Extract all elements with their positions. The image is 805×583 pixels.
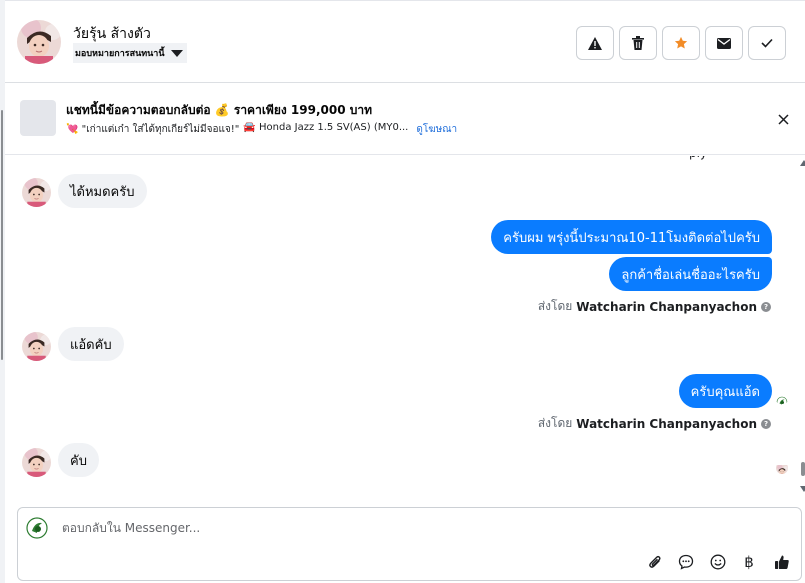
scroll-up-arrow-icon[interactable] <box>800 160 805 166</box>
warning-icon <box>588 36 602 50</box>
envelope-icon <box>717 37 731 49</box>
banner-quote: 💘 "เก่าแต่เก๋า ใส่ได้ทุกเกียร์ไม่มีจอแจ!… <box>66 124 240 135</box>
check-icon <box>761 38 773 48</box>
outgoing-message[interactable]: ครับคุณแอ้ด <box>678 374 772 408</box>
banner-title: แชทนี้มีข้อความตอบกลับต่อ 💰 ราคาเพียง 19… <box>66 103 373 117</box>
page-avatar <box>25 516 49 540</box>
incoming-message[interactable]: ได้หมดครับ <box>58 174 147 208</box>
view-ad-link[interactable]: ดูโฆษณา <box>416 122 457 137</box>
banner-subtitle: 💘 "เก่าแต่เก๋า ใส่ได้ทุกเกียร์ไม่มีจอแจ!… <box>66 122 457 137</box>
incoming-message[interactable]: คับ <box>58 443 99 477</box>
contact-avatar-small <box>22 332 51 361</box>
scrollbar-thumb[interactable] <box>801 462 805 476</box>
seen-avatar <box>776 462 788 474</box>
trash-icon <box>632 36 644 50</box>
mark-unread-button[interactable] <box>705 26 743 60</box>
thumbs-up-icon <box>775 555 789 569</box>
attach-button[interactable] <box>645 552 665 572</box>
contact-avatar[interactable] <box>17 20 61 64</box>
smiley-icon <box>710 554 726 570</box>
contact-avatar-small <box>22 178 51 207</box>
outgoing-message[interactable]: ครับผม พรุ่งนี้ประมาณ10-11โมงติดต่อไปครั… <box>491 220 772 254</box>
star-button[interactable] <box>662 26 700 60</box>
saved-replies-button[interactable] <box>676 552 696 572</box>
scroll-down-arrow-icon[interactable] <box>800 486 805 492</box>
ad-thumbnail <box>20 100 56 136</box>
paperclip-icon <box>649 555 661 568</box>
ad-reply-banner: แชทนี้มีข้อความตอบกลับต่อ 💰 ราคาเพียง 19… <box>5 83 805 155</box>
info-icon[interactable]: ? <box>761 418 771 429</box>
read-receipt-avatar <box>776 393 788 405</box>
star-icon <box>674 36 688 49</box>
reply-composer: ฿ <box>17 507 802 581</box>
sender-name: Watcharin Chanpanyachon <box>576 299 757 314</box>
caret-down-icon <box>170 49 183 57</box>
contact-name[interactable]: วัยรุ้น ส้างตัว <box>73 23 151 45</box>
report-button[interactable] <box>576 26 614 60</box>
sent-by-prefix: ส่งโดย <box>537 299 573 313</box>
emoji-button[interactable] <box>708 552 728 572</box>
sender-name: Watcharin Chanpanyachon <box>576 416 757 431</box>
assign-conversation-dropdown[interactable]: มอบหมายการสนทนานี้ <box>73 43 187 63</box>
incoming-message[interactable]: แอ้ดคับ <box>58 327 124 361</box>
clipped-message-text: ply <box>689 156 707 160</box>
chat-bubble-icon <box>678 554 694 570</box>
assign-label: มอบหมายการสนทนานี้ <box>75 49 165 59</box>
sent-by-prefix: ส่งโดย <box>537 416 573 430</box>
left-scrollbar[interactable] <box>1 110 3 360</box>
info-icon[interactable]: ? <box>761 301 771 312</box>
close-icon <box>777 113 789 125</box>
contact-avatar-small <box>22 448 51 477</box>
baht-icon: ฿ <box>744 553 754 571</box>
delete-button[interactable] <box>619 26 657 60</box>
mark-done-button[interactable] <box>748 26 786 60</box>
conversation-header: วัยรุ้น ส้างตัว มอบหมายการสนทนานี้ <box>5 0 805 83</box>
sent-by-label: ส่งโดย Watcharin Chanpanyachon ? <box>538 414 771 433</box>
close-banner-button[interactable] <box>773 109 793 129</box>
payment-button[interactable]: ฿ <box>739 552 759 572</box>
like-button[interactable] <box>772 552 792 572</box>
reply-input[interactable] <box>62 521 622 535</box>
banner-car: 🚘 Honda Jazz 1.5 SV(AS) (MY0... <box>243 122 409 133</box>
message-thread[interactable]: ply ได้หมดครับ ครับผม พรุ่งนี้ประมาณ10-1… <box>5 156 805 504</box>
outgoing-message[interactable]: ลูกค้าชื่อเล่นชื่ออะไรครับ <box>609 257 772 291</box>
sent-by-label: ส่งโดย Watcharin Chanpanyachon ? <box>538 297 771 316</box>
